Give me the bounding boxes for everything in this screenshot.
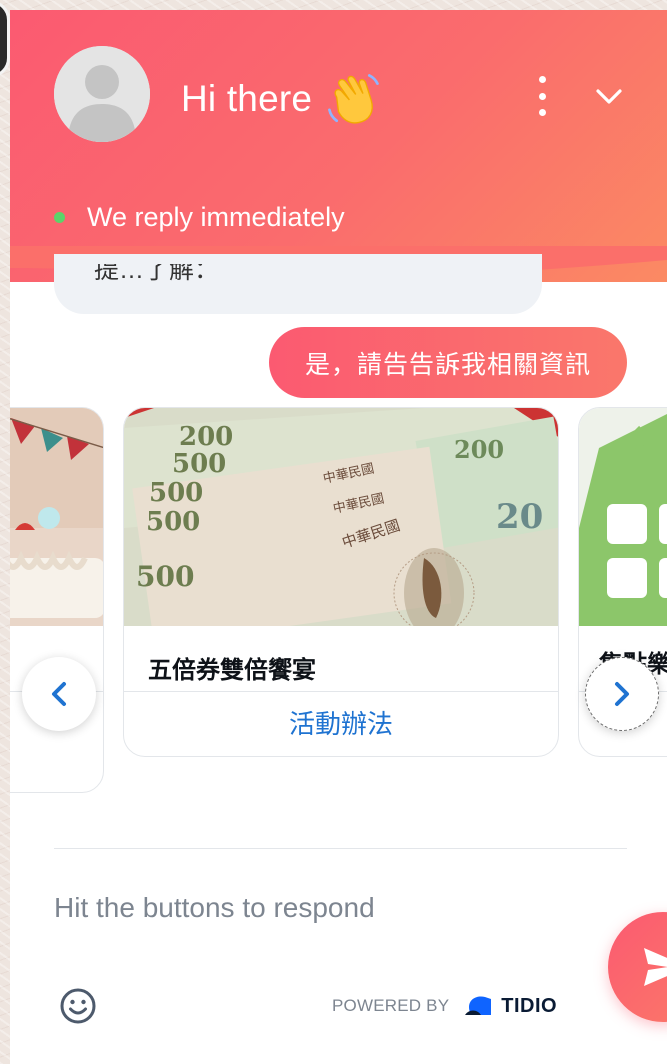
- send-button[interactable]: [608, 912, 667, 1022]
- user-reply-text: 是，請告告訴我相關資訊: [304, 350, 591, 379]
- composer-divider: [54, 848, 627, 849]
- greeting-text: Hi there: [181, 78, 313, 119]
- cake-photo: [10, 408, 103, 626]
- operator-message-bubble: 提…了解：: [54, 254, 542, 314]
- user-reply-bubble: 是，請告告訴我相關資訊: [269, 327, 627, 398]
- operator-message-text: 提…了解：: [94, 256, 220, 284]
- card-image-vouchers: 200 500 500 500 500 200 20 中華民國 中華民國 中華民…: [124, 408, 558, 626]
- send-icon: [644, 948, 667, 986]
- more-vertical-icon-dot: [538, 109, 546, 116]
- carousel-prev-button[interactable]: [22, 657, 96, 731]
- carousel-next-button[interactable]: [585, 657, 659, 731]
- banknote-label: 500: [149, 478, 203, 508]
- chevron-right-icon: [615, 682, 629, 706]
- card-image-cake: [10, 408, 103, 626]
- more-options-button[interactable]: [530, 76, 554, 116]
- more-vertical-icon: [538, 76, 546, 83]
- operator-avatar: [54, 46, 150, 142]
- user-avatar-icon: [54, 46, 150, 142]
- brand-name: TIDIO: [501, 994, 558, 1017]
- card-title: 五倍券雙倍饗宴: [148, 657, 316, 684]
- greeting-title: Hi there: [181, 70, 382, 128]
- vouchers-photo: 200 500 500 500 500 200 20 中華民國 中華民國 中華民…: [124, 408, 558, 626]
- online-status-dot: [54, 212, 65, 223]
- chevron-left-icon: [52, 682, 66, 706]
- message-input[interactable]: Hit the buttons to respond: [54, 892, 375, 924]
- waving-hand-icon: [328, 74, 379, 124]
- status-text: We reply immediately: [87, 202, 345, 232]
- card-action-button[interactable]: 活動辦法: [124, 704, 558, 741]
- chevron-down-icon[interactable]: [592, 84, 626, 108]
- banknote-label: 200: [179, 422, 233, 452]
- powered-by[interactable]: POWERED BY TIDIO: [332, 993, 557, 1019]
- card-divider: [124, 691, 558, 692]
- banknote-label: 20: [496, 497, 543, 537]
- carousel-card[interactable]: 200 500 500 500 500 200 20 中華民國 中華民國 中華民…: [123, 407, 559, 757]
- smiley-icon[interactable]: [58, 986, 98, 1026]
- stamps-photo: [579, 408, 667, 626]
- banknote-label: 200: [454, 435, 504, 464]
- card-image-stamps: [579, 408, 667, 626]
- more-vertical-icon-dot: [538, 92, 546, 100]
- chat-header: Hi there We reply immediately: [10, 10, 667, 282]
- banknote-label: 500: [172, 449, 226, 479]
- banknote-label: 500: [146, 507, 200, 537]
- banknote-label: 500: [136, 560, 194, 593]
- carousel-card-prev[interactable]: [10, 407, 104, 793]
- tidio-logo-icon: [465, 996, 492, 1015]
- powered-by-label: POWERED BY: [332, 996, 450, 1015]
- status-line: We reply immediately: [54, 202, 345, 233]
- chat-widget: Hi there We reply immediately 提…了解： 是，請告…: [10, 10, 667, 1064]
